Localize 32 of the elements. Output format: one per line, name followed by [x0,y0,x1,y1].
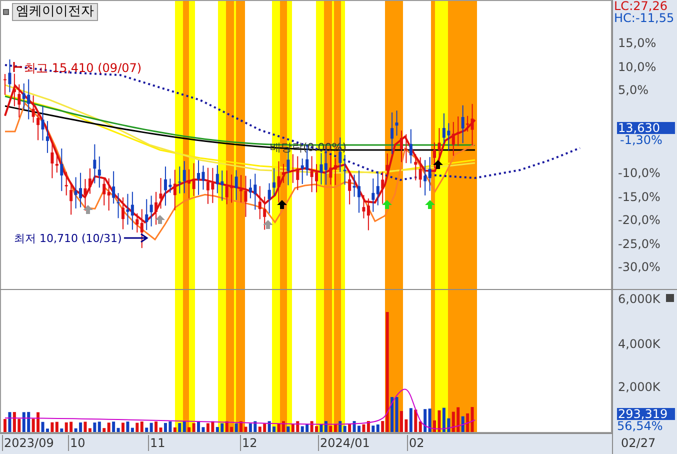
axis-header-text: LC:27,26 [614,0,668,12]
ex-dividend-label: 배당락(0.00%) [270,140,347,156]
axis-tick-label: 15,0% [618,37,656,49]
volume-tick-label: 6,000K [618,293,660,305]
stock-name-label[interactable]: 엠케이이전자 [12,3,98,21]
axis-tick-label: -20,0% [618,214,660,226]
high-price-label: 최고 15,410 (09/07) [24,60,142,77]
low-price-label: 최저 10,710 (10/31) [14,231,122,247]
volume-badge: 293,319 [617,408,675,420]
square-icon [3,9,9,15]
axis-tick-label: -30,0% [618,261,660,273]
close-icon[interactable] [666,294,674,302]
axis-tick-label: 10,0% [618,61,656,73]
volume-tick-label: 2,000K [618,381,660,393]
date-axis-label: 2023/09 [2,435,54,451]
axis-tick-label: -15,0% [618,191,660,203]
axis-tick-label: -25,0% [618,238,660,250]
low-marker-arrow [123,233,148,243]
volume-tick-label: 4,000K [618,338,660,350]
current-price-badge: 13,630 [617,122,675,134]
axis-header-text: HC:-11,55 [614,12,674,24]
date-axis-label: 11 [148,435,166,451]
volume-ratio-text: 56,54% [617,420,663,432]
date-axis-label: 12 [240,435,258,451]
last-date-label: 02/27 [621,435,656,451]
date-axis-label: 02 [407,435,424,451]
axis-tick-label: 5,0% [618,84,648,96]
axis-tick-label: -10,0% [618,167,660,179]
date-axis-label: 10 [68,435,86,451]
date-axis-label: 2024/01 [318,435,370,451]
high-marker-arrow [13,61,23,73]
change-percent-text: -1,30% [620,134,662,146]
